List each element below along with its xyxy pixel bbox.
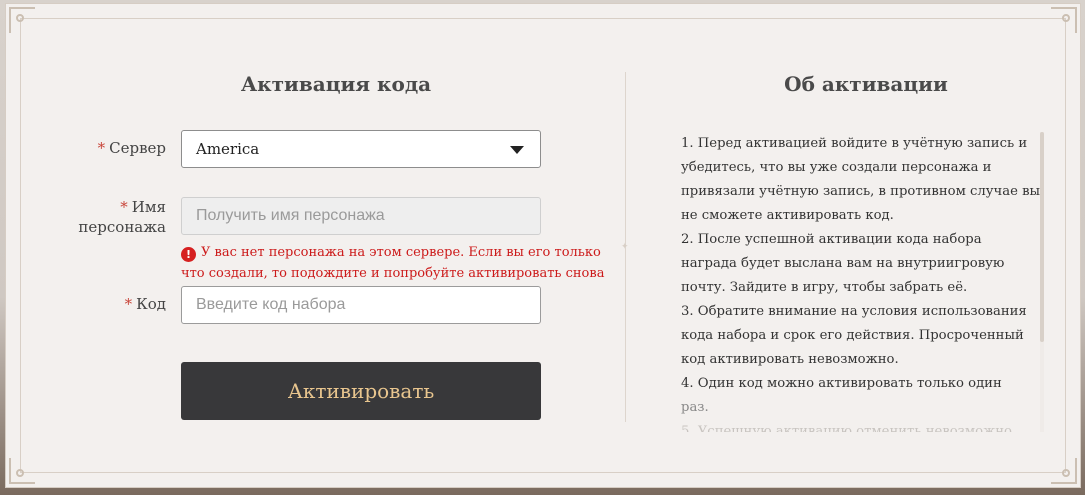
server-select[interactable]: America [181, 130, 541, 168]
info-paragraph: 3. Обратите внимание на условия использо… [681, 304, 1027, 367]
error-text: У вас нет персонажа на этом сервере. Есл… [181, 245, 605, 281]
info-paragraph: 2. После успешной активации кода набора … [681, 232, 1005, 295]
scrollbar-thumb[interactable] [1040, 132, 1044, 342]
info-paragraph: 1. Перед активацией войдите в учётную за… [681, 136, 1041, 223]
corner-ornament-icon [1051, 7, 1077, 33]
about-activation-title: Об активации [784, 72, 948, 96]
required-mark: * [97, 139, 106, 157]
server-label: * Сервер [97, 139, 166, 157]
activation-info-text: 1. Перед активацией войдите в учётную за… [681, 132, 1041, 432]
required-mark: * [124, 295, 133, 313]
info-scrollbar[interactable] [1040, 132, 1044, 432]
error-message: ! У вас нет персонажа на этом сервере. Ес… [181, 242, 611, 284]
corner-ornament-icon [1051, 458, 1077, 484]
activate-button[interactable]: Активировать [181, 362, 541, 420]
server-select-value: America [196, 140, 260, 158]
info-paragraph: раз. [681, 400, 709, 415]
character-name-label: * Имя персонажа [78, 198, 166, 236]
corner-ornament-icon [9, 7, 35, 33]
character-name-input[interactable] [181, 197, 541, 235]
divider-ornament-icon: ✦ [621, 242, 629, 252]
error-icon: ! [181, 247, 196, 262]
code-input[interactable] [181, 286, 541, 324]
caret-down-icon [510, 146, 524, 154]
code-label: * Код [124, 295, 166, 313]
activation-panel: Активация кода * Сервер America * Имя перс… [5, 3, 1081, 488]
required-mark: * [120, 198, 128, 216]
corner-ornament-icon [9, 458, 35, 484]
activation-title: Активация кода [240, 72, 432, 96]
info-paragraph: 4. Один код можно активировать только од… [681, 376, 1002, 391]
info-paragraph: 5. Успешную активацию отменить невозможн… [681, 424, 1017, 432]
